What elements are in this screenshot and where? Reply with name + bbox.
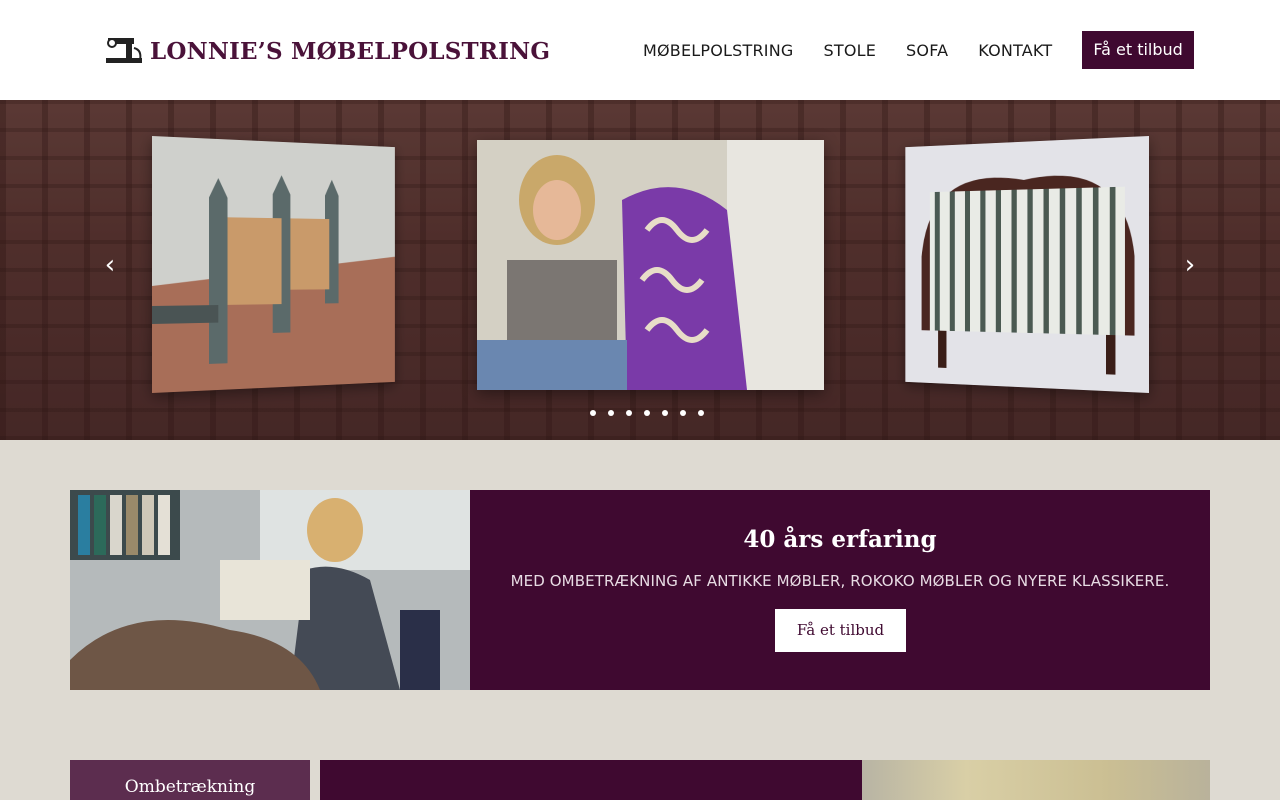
carousel-dot-5[interactable] [662,410,668,416]
carousel-dot-1[interactable] [590,410,596,416]
carousel-slide-striped-sofa[interactable] [905,136,1149,393]
get-quote-button[interactable]: Få et tilbud [1082,31,1194,69]
experience-title: 40 års erfaring [743,526,937,553]
sewing-machine-icon [104,34,146,68]
sewing-workshop-photo [70,490,470,690]
chevron-left-icon[interactable]: ‹ [95,250,125,280]
armchair-photo [862,760,1210,800]
nav-item-sofa[interactable]: SOFA [906,41,948,60]
carousel-dot-4[interactable] [644,410,650,416]
carousel-pagination [590,410,716,416]
carousel-slide-upholsterer[interactable] [477,140,824,390]
get-quote-button-secondary[interactable]: Få et tilbud [775,609,906,652]
hero-carousel: ‹ › [0,100,1280,440]
nav-item-mobelpolstring[interactable]: MØBELPOLSTRING [643,41,794,60]
carousel-dot-2[interactable] [608,410,614,416]
carousel-slide-church-pews[interactable] [152,136,395,393]
main-nav: MØBELPOLSTRING STOLE SOFA KONTAKT Få et … [643,31,1194,69]
chevron-right-icon[interactable]: › [1175,250,1205,280]
tab-ombetraekning[interactable]: Ombetrækning [70,760,310,800]
nav-item-stole[interactable]: STOLE [824,41,877,60]
carousel-dot-3[interactable] [626,410,632,416]
carousel-dot-7[interactable] [698,410,704,416]
site-logo[interactable]: LONNIE’S MØBELPOLSTRING [104,34,550,68]
site-header: LONNIE’S MØBELPOLSTRING MØBELPOLSTRING S… [0,0,1280,100]
experience-subtitle: MED OMBETRÆKNING AF ANTIKKE MØBLER, ROKO… [510,572,1170,590]
nav-item-kontakt[interactable]: KONTAKT [978,41,1052,60]
experience-panel: 40 års erfaring MED OMBETRÆKNING AF ANTI… [470,490,1210,690]
content-panel [320,760,862,800]
carousel-dot-6[interactable] [680,410,686,416]
logo-text: LONNIE’S MØBELPOLSTRING [150,37,551,65]
